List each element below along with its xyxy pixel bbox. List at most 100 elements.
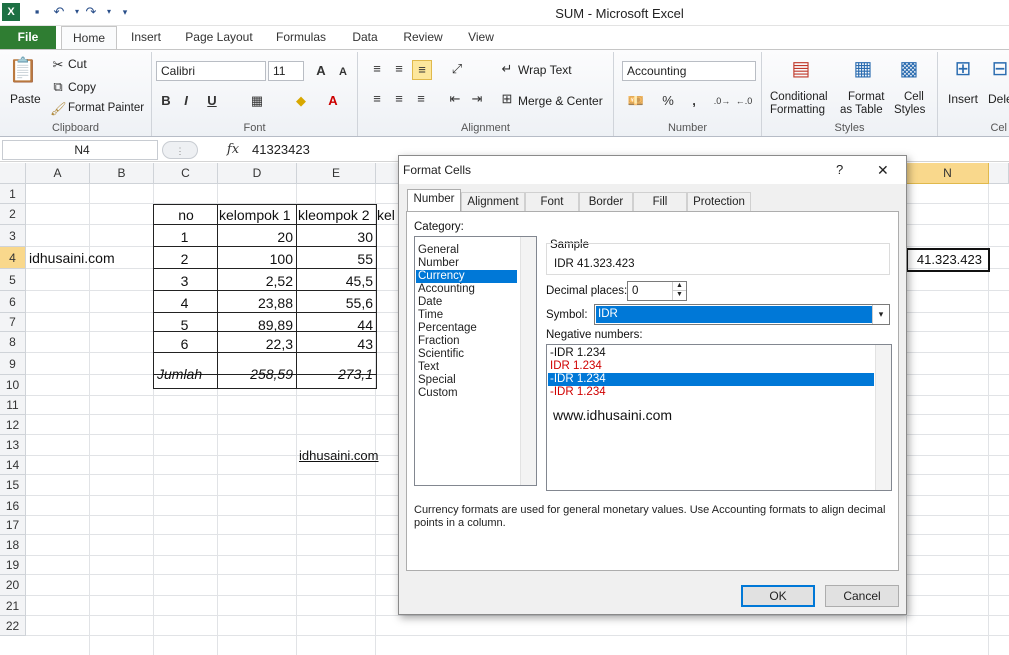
negative-format-item[interactable]: -IDR 1.234 bbox=[548, 386, 874, 399]
cell-styles-button[interactable]: Cell bbox=[904, 91, 924, 103]
shrink-font-icon[interactable]: A bbox=[334, 63, 352, 81]
category-item[interactable]: Time bbox=[416, 309, 517, 322]
tab-border[interactable]: Border bbox=[579, 192, 633, 211]
symbol-select[interactable]: IDR ▾ bbox=[594, 304, 890, 325]
table-cell[interactable]: 55,6 bbox=[297, 295, 376, 311]
category-item[interactable]: General bbox=[416, 244, 517, 257]
table-cell[interactable]: 55 bbox=[297, 251, 376, 267]
table-header-kelompok1[interactable]: kelompok 1 bbox=[218, 207, 297, 223]
table-cell[interactable]: 43 bbox=[297, 336, 376, 352]
row-header[interactable]: 14 bbox=[0, 456, 26, 475]
formula-bar-expand-icon[interactable]: ⋮ bbox=[162, 141, 198, 159]
insert-function-button[interactable]: fx bbox=[222, 141, 244, 159]
cell-styles-label-2[interactable]: Styles bbox=[894, 104, 925, 116]
paste-button[interactable]: Paste bbox=[10, 92, 41, 106]
table-total-cell[interactable]: 273,1 bbox=[297, 366, 376, 382]
decimal-places-stepper[interactable]: 0 ▲ ▼ bbox=[627, 281, 687, 301]
row-header[interactable]: 12 bbox=[0, 415, 26, 435]
tab-protection[interactable]: Protection bbox=[687, 192, 751, 211]
category-list[interactable]: General Number Currency Accounting Date Time P… bbox=[414, 236, 537, 486]
format-painter-button[interactable]: Format Painter bbox=[68, 102, 144, 114]
decrease-indent-icon[interactable]: ⇤ bbox=[446, 90, 464, 108]
format-as-table-button[interactable]: Format bbox=[848, 91, 884, 103]
row-header[interactable]: 18 bbox=[0, 535, 26, 556]
table-cell[interactable]: 3 bbox=[154, 273, 218, 289]
category-item[interactable]: Percentage bbox=[416, 322, 517, 335]
negative-format-item[interactable]: -IDR 1.234 bbox=[548, 347, 874, 360]
tab-fill[interactable]: Fill bbox=[633, 192, 687, 211]
table-cell[interactable]: 100 bbox=[218, 251, 296, 267]
table-cell[interactable]: 22,3 bbox=[218, 336, 296, 352]
negative-scrollbar[interactable] bbox=[875, 345, 891, 490]
stepper-up-icon[interactable]: ▲ bbox=[672, 282, 686, 291]
row-header[interactable]: 17 bbox=[0, 516, 26, 535]
tab-font[interactable]: Font bbox=[525, 192, 579, 211]
cell-styles-icon[interactable]: ▩ bbox=[896, 56, 922, 82]
category-item[interactable]: Custom bbox=[416, 387, 517, 400]
number-format-select[interactable]: Accounting bbox=[622, 61, 756, 81]
cut-button[interactable]: Cut bbox=[68, 57, 87, 71]
tab-page-layout[interactable]: Page Layout bbox=[180, 26, 258, 50]
table-cell[interactable]: 30 bbox=[297, 229, 376, 245]
cell-c13[interactable]: idhusaini.com bbox=[299, 448, 379, 463]
table-cell[interactable]: 45,5 bbox=[297, 273, 376, 289]
increase-indent-icon[interactable]: ⇥ bbox=[468, 90, 486, 108]
tab-formulas[interactable]: Formulas bbox=[270, 26, 332, 50]
row-header[interactable]: 1 bbox=[0, 184, 26, 204]
conditional-formatting-button[interactable]: Conditional bbox=[770, 91, 828, 103]
decrease-decimal-icon[interactable]: ←.0 bbox=[734, 92, 754, 110]
column-header-a[interactable]: A bbox=[26, 163, 90, 184]
underline-button[interactable]: U bbox=[204, 92, 220, 110]
negative-format-item[interactable]: -IDR 1.234 bbox=[548, 373, 874, 386]
category-item[interactable]: Text bbox=[416, 361, 517, 374]
row-header[interactable]: 13 bbox=[0, 435, 26, 456]
row-header[interactable]: 4 bbox=[0, 247, 26, 269]
orientation-icon[interactable]: ⤢ bbox=[446, 60, 468, 78]
align-center-icon[interactable]: ≡ bbox=[390, 90, 408, 108]
table-cell[interactable]: 5 bbox=[154, 317, 218, 333]
row-header[interactable]: 22 bbox=[0, 616, 26, 636]
chevron-down-icon[interactable]: ▾ bbox=[872, 305, 889, 324]
ok-button[interactable]: OK bbox=[741, 585, 815, 607]
insert-cells-button[interactable]: Insert bbox=[948, 92, 978, 106]
tab-review[interactable]: Review bbox=[397, 26, 449, 50]
tab-insert[interactable]: Insert bbox=[122, 26, 170, 50]
bold-button[interactable]: B bbox=[158, 92, 174, 110]
align-left-icon[interactable]: ≡ bbox=[368, 90, 386, 108]
increase-decimal-icon[interactable]: .0→ bbox=[712, 92, 732, 110]
table-header-no[interactable]: no bbox=[154, 207, 218, 223]
percent-button[interactable]: % bbox=[660, 92, 676, 110]
category-item[interactable]: Accounting bbox=[416, 283, 517, 296]
wrap-text-button[interactable]: Wrap Text bbox=[518, 63, 572, 77]
row-header[interactable]: 5 bbox=[0, 269, 26, 291]
row-header[interactable]: 9 bbox=[0, 353, 26, 375]
row-header[interactable]: 7 bbox=[0, 313, 26, 332]
table-header-kleompok2[interactable]: kleompok 2 bbox=[297, 207, 376, 223]
tab-number[interactable]: Number bbox=[407, 189, 461, 212]
category-item[interactable]: Number bbox=[416, 257, 517, 270]
paste-icon[interactable]: 📋 bbox=[8, 56, 38, 86]
copy-icon[interactable]: ⧉ bbox=[50, 78, 66, 96]
font-color-icon[interactable]: A bbox=[324, 92, 342, 110]
negative-format-item[interactable]: IDR 1.234 bbox=[548, 360, 874, 373]
cut-icon[interactable]: ✂ bbox=[50, 56, 66, 74]
stepper-down-icon[interactable]: ▼ bbox=[672, 291, 686, 300]
format-painter-icon[interactable]: 🖌 bbox=[50, 100, 67, 118]
column-header-n[interactable]: N bbox=[907, 163, 989, 184]
copy-button[interactable]: Copy bbox=[68, 80, 96, 94]
category-scrollbar[interactable] bbox=[520, 237, 536, 485]
column-header-d[interactable]: D bbox=[218, 163, 297, 184]
grow-font-icon[interactable]: A bbox=[312, 62, 330, 80]
delete-cells-icon[interactable]: ⊟ bbox=[990, 56, 1009, 82]
row-header[interactable]: 15 bbox=[0, 475, 26, 496]
tab-file[interactable]: File bbox=[0, 26, 56, 50]
row-header[interactable]: 6 bbox=[0, 291, 26, 313]
align-bottom-icon[interactable]: ≡ bbox=[412, 60, 432, 80]
tab-view[interactable]: View bbox=[460, 26, 502, 50]
column-header-o[interactable] bbox=[989, 163, 1009, 184]
align-middle-icon[interactable]: ≡ bbox=[390, 60, 408, 78]
table-header-kel[interactable]: kel bbox=[377, 207, 399, 223]
table-cell[interactable]: 2 bbox=[154, 251, 218, 267]
delete-cells-button[interactable]: Dele bbox=[988, 92, 1009, 106]
tab-data[interactable]: Data bbox=[344, 26, 386, 50]
